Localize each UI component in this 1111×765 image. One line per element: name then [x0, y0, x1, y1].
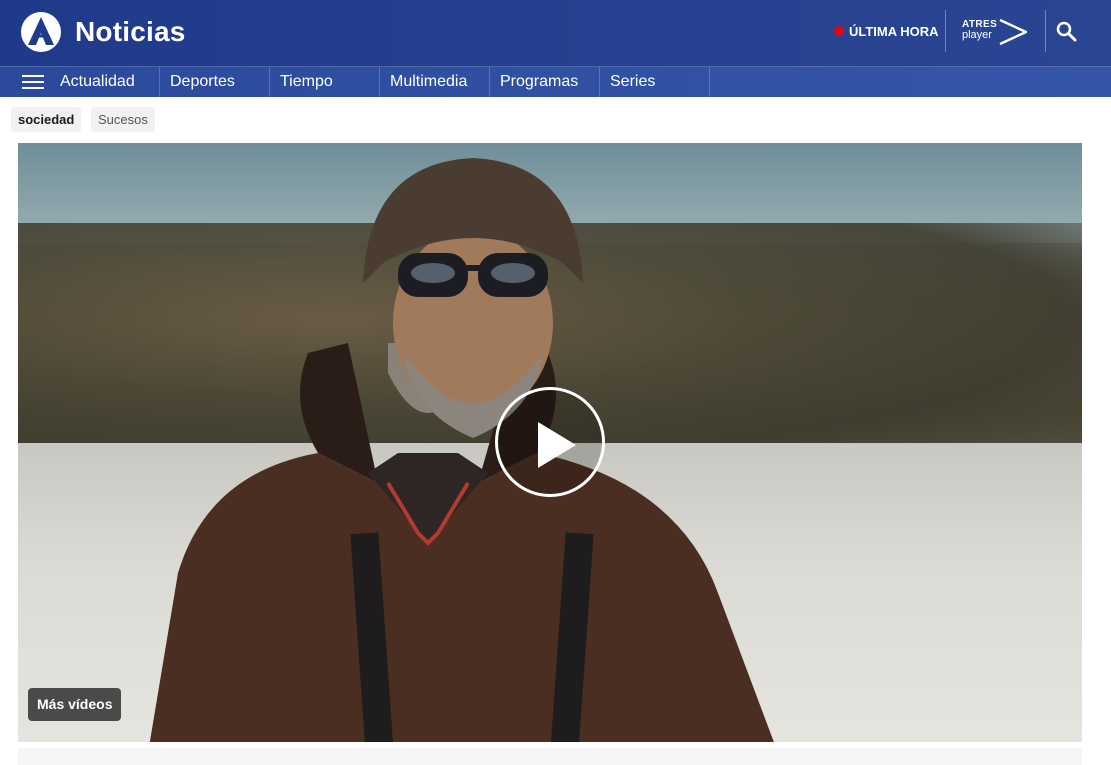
video-player[interactable]: Más vídeos — [18, 143, 1082, 742]
content-strip — [18, 748, 1082, 765]
divider — [1045, 10, 1046, 52]
nav-item-deportes[interactable]: Deportes — [160, 67, 270, 98]
nav-item-tiempo[interactable]: Tiempo — [270, 67, 380, 98]
divider — [945, 10, 946, 52]
atresplayer-icon — [999, 18, 1028, 46]
tag-sociedad[interactable]: sociedad — [11, 107, 82, 132]
nav-item-programas[interactable]: Programas — [490, 67, 600, 98]
breaking-news-label: ÚLTIMA HORA — [849, 23, 939, 39]
search-icon[interactable] — [1055, 20, 1079, 44]
antena3-logo-icon[interactable] — [18, 11, 64, 53]
top-header: Noticias ÚLTIMA HORA ATRES player — [0, 0, 1111, 66]
site-brand[interactable]: Noticias — [75, 15, 186, 49]
atresplayer-link[interactable]: ATRES player — [960, 16, 1032, 48]
video-frame-person — [149, 158, 774, 742]
live-dot-icon — [834, 26, 844, 36]
play-icon — [538, 422, 576, 468]
play-button[interactable] — [495, 387, 605, 497]
hamburger-menu-icon[interactable] — [22, 75, 44, 91]
nav-item-actualidad[interactable]: Actualidad — [50, 67, 160, 98]
nav-item-multimedia[interactable]: Multimedia — [380, 67, 490, 98]
breaking-news-link[interactable]: ÚLTIMA HORA — [834, 22, 939, 40]
more-videos-button[interactable]: Más vídeos — [28, 688, 122, 721]
tag-sucesos[interactable]: Sucesos — [91, 107, 155, 132]
atresplayer-label-bottom: player — [962, 29, 992, 41]
main-navigation: Actualidad Deportes Tiempo Multimedia Pr… — [0, 66, 1111, 98]
nav-item-series[interactable]: Series — [600, 67, 710, 98]
